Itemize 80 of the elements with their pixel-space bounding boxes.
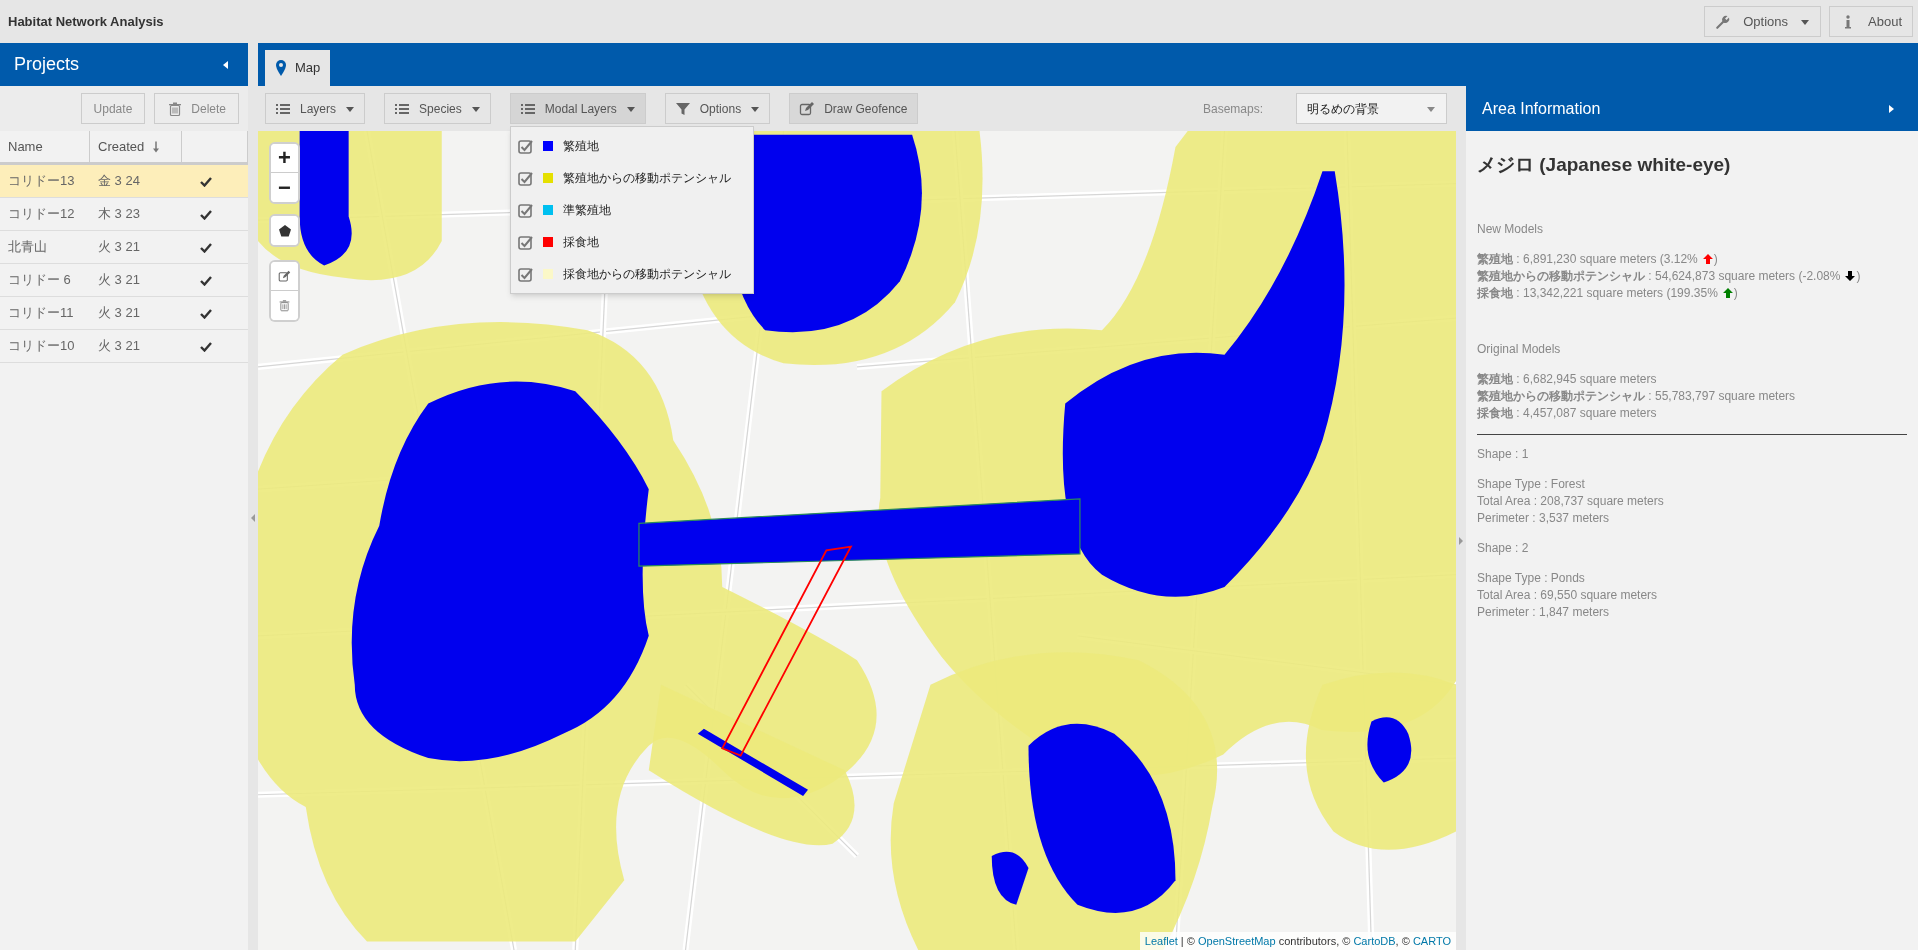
table-cell-text: 金 3 24	[97, 172, 141, 191]
toolbar-button[interactable]: Modal Layers	[509, 93, 646, 124]
layer-label: 採食地からの移動ポテンシャル	[562, 266, 731, 283]
attribution-link[interactable]: CARTO	[1412, 934, 1451, 947]
model-line: 繁殖地からの移動ポテンシャル : 54,624,873 square meters (-2.08%	[1477, 267, 1841, 285]
map-pin-icon	[275, 60, 287, 76]
table-row[interactable]: コリドー13 金 3 24	[0, 165, 248, 198]
menu-item[interactable]: 採食地からの移動ポテンシャル	[510, 258, 753, 290]
section-heading: New Models	[1477, 220, 1545, 238]
collapse-button[interactable]	[221, 59, 230, 70]
model-line: 繁殖地からの移動ポテンシャル : 55,783,797 square meters	[1477, 387, 1796, 405]
table-cell-text: 北青山	[7, 238, 48, 257]
map-tab[interactable]: Map	[265, 50, 331, 86]
table-cell-text: コリドー13	[7, 172, 76, 191]
table-cell-text: コリドー10	[7, 337, 76, 356]
layer-label: 繁殖地からの移動ポテンシャル	[562, 170, 731, 187]
model-line: )	[1713, 250, 1718, 268]
table-cell-text: 火 3 21	[97, 337, 141, 356]
table-cell-text: コリドー12	[7, 205, 76, 224]
model-line: )	[1856, 267, 1861, 285]
shape-heading: Shape : 2	[1477, 539, 1530, 557]
table-cell-text: コリドー 6	[7, 271, 72, 290]
shape-detail: Perimeter : 3,537 meters	[1477, 509, 1611, 527]
layer-label: 採食地	[562, 234, 599, 251]
edit-layers-button[interactable]	[271, 262, 298, 291]
basemap-select[interactable]: 明るめの背景	[1296, 93, 1447, 124]
app-title: Habitat Network Analysis	[8, 12, 164, 31]
shape-detail: Shape Type : Ponds	[1477, 569, 1586, 587]
table-cell-text: 木 3 23	[97, 205, 141, 224]
menu-item[interactable]: 繁殖地からの移動ポテンシャル	[510, 162, 753, 194]
trash-icon	[167, 100, 184, 117]
panel-title: Projects	[14, 53, 80, 76]
column-header[interactable]: Created	[98, 136, 145, 157]
table-cell-text: 火 3 21	[97, 304, 141, 323]
shape-detail: Perimeter : 1,847 meters	[1477, 603, 1611, 621]
caret-icon	[221, 59, 230, 70]
section-heading: Original Models	[1477, 340, 1562, 358]
model-line: )	[1733, 284, 1738, 302]
table-cell-text: コリドー11	[7, 304, 75, 323]
attribution-link[interactable]: Leaflet	[1144, 934, 1178, 947]
panel-title: Area Information	[1482, 98, 1601, 119]
toolbar-button[interactable]: Draw Geofence	[789, 93, 918, 124]
table-cell-text: 火 3 21	[97, 238, 141, 257]
pentagon-icon	[278, 224, 291, 237]
collapse-button[interactable]	[1887, 103, 1896, 114]
sort-arrow-icon	[152, 140, 161, 153]
model-line: 繁殖地 : 6,682,945 square meters	[1477, 370, 1657, 388]
attribution-link[interactable]: OpenStreetMap	[1197, 934, 1276, 947]
attribution-link[interactable]: CartoDB	[1353, 934, 1396, 947]
menu-item[interactable]: 繁殖地	[510, 130, 753, 162]
basemaps-label: Basemaps:	[1202, 100, 1263, 118]
trash-icon	[278, 299, 291, 312]
species-title: メジロ (Japanese white-eye)	[1477, 153, 1732, 177]
collapse-handle-icon	[250, 514, 256, 522]
shape-detail: Total Area : 208,737 square meters	[1477, 492, 1665, 510]
draw-polygon-button[interactable]	[271, 216, 298, 245]
shape-heading: Shape : 1	[1477, 445, 1530, 463]
model-line: 採食地 : 4,457,087 square meters	[1477, 404, 1657, 422]
model-line: 採食地 : 13,342,221 square meters (199.35%	[1477, 284, 1718, 302]
menu-item[interactable]: 採食地	[510, 226, 753, 258]
shape-detail: Total Area : 69,550 square meters	[1477, 586, 1659, 604]
toolbar-button[interactable]: Options	[664, 93, 771, 124]
toolbar-button[interactable]: Layers	[265, 93, 366, 124]
caret-icon	[1887, 103, 1896, 114]
expand-handle-icon	[1458, 536, 1464, 545]
edit-icon	[799, 100, 816, 117]
column-header[interactable]: Name	[8, 136, 43, 157]
shape-detail: Shape Type : Forest	[1477, 475, 1586, 493]
header-button[interactable]: Options	[1704, 6, 1821, 37]
zoom-in-button[interactable]: +	[271, 144, 298, 173]
filter-icon	[674, 100, 691, 117]
menu-item[interactable]: 準繁殖地	[510, 194, 753, 226]
layer-label: 準繁殖地	[562, 202, 611, 219]
header-button[interactable]: About	[1829, 6, 1913, 37]
wrench-icon	[1715, 13, 1732, 30]
layer-label: 繁殖地	[562, 138, 599, 155]
model-line: 繁殖地 : 6,891,230 square meters (3.12%	[1477, 250, 1698, 268]
table-cell-text: 火 3 21	[97, 271, 141, 290]
toolbar-button[interactable]: Species	[384, 93, 491, 124]
edit-icon	[278, 269, 291, 283]
